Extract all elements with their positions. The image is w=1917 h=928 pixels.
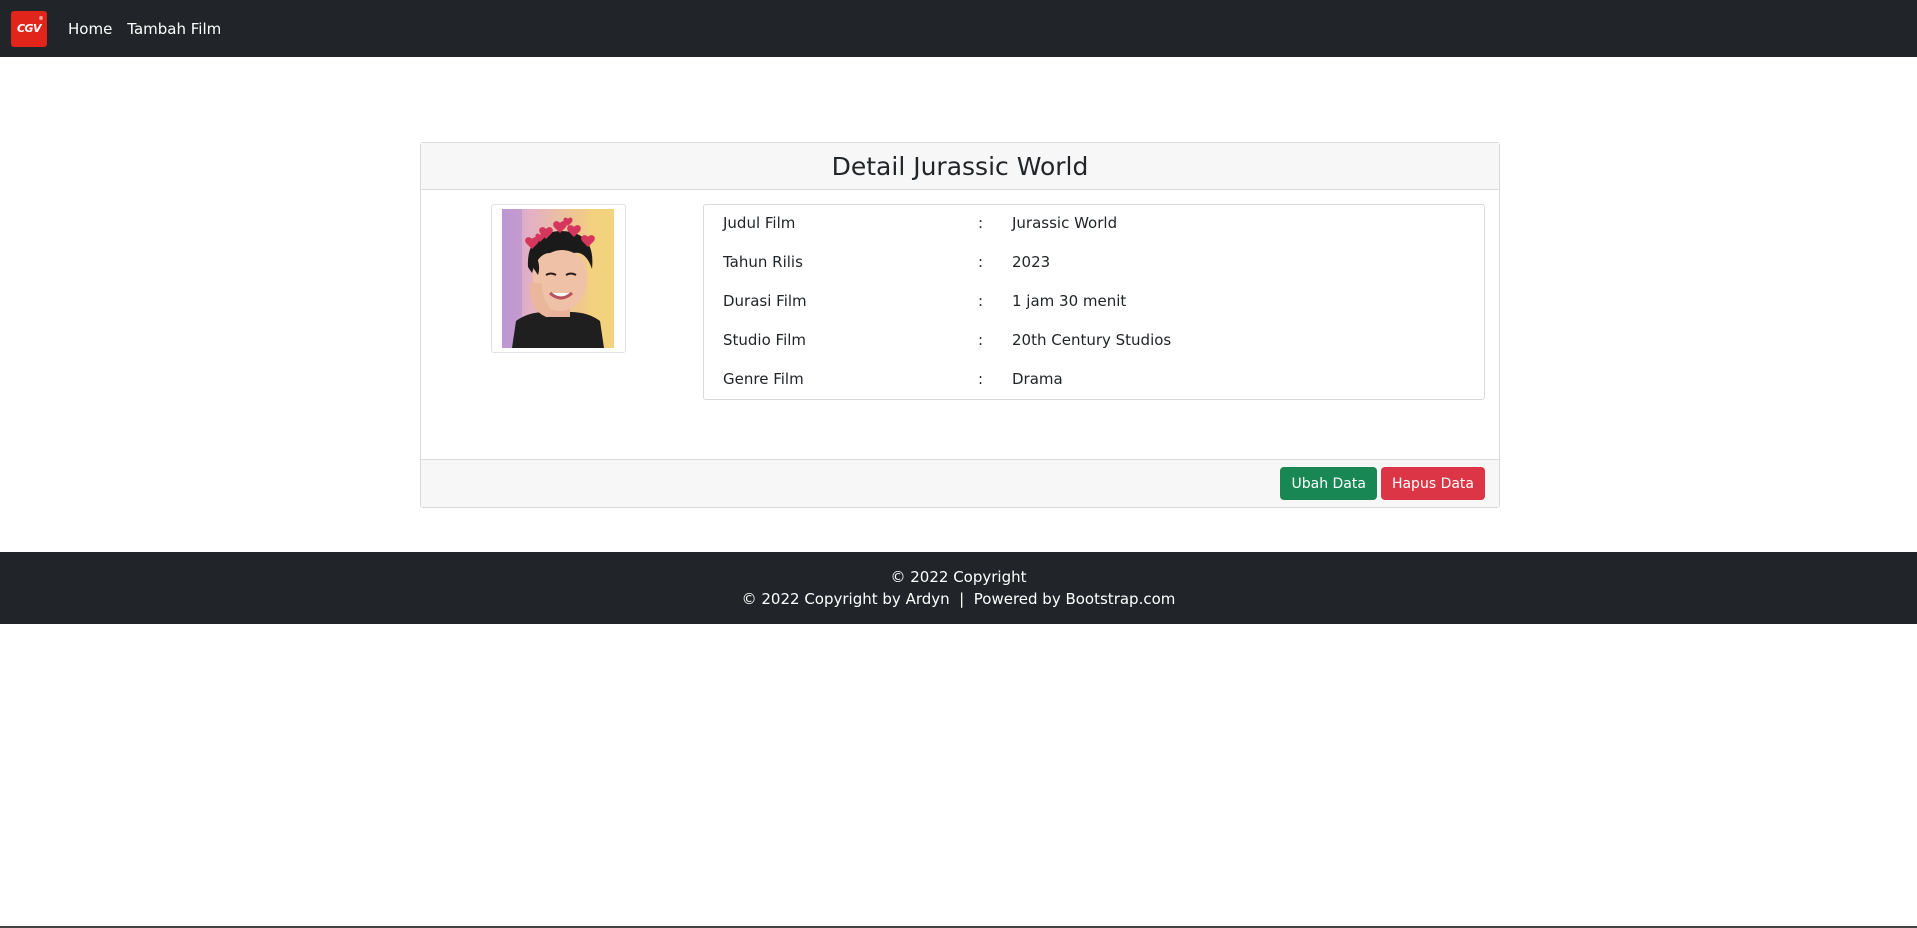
film-detail-list: Judul Film : Jurassic World Tahun Rilis … — [703, 204, 1485, 400]
brand-text: CGV — [16, 22, 42, 35]
detail-value: 20th Century Studios — [1012, 331, 1172, 349]
footer-copyright: © 2022 Copyright — [890, 568, 1027, 586]
page-title: Detail Jurassic World — [831, 151, 1089, 181]
card-header: Detail Jurassic World — [421, 143, 1499, 190]
ubah-data-button[interactable]: Ubah Data — [1280, 467, 1377, 500]
cgv-logo[interactable]: CGV ® — [11, 10, 47, 47]
detail-label: Genre Film — [723, 370, 804, 388]
detail-separator: : — [978, 370, 984, 388]
film-detail-card: Detail Jurassic World Judul Film: Juras… — [420, 142, 1500, 508]
detail-separator: : — [978, 292, 984, 310]
detail-row-genre: Genre Film : Drama — [704, 361, 1484, 400]
detail-label: Durasi Film — [723, 292, 807, 310]
detail-value: 2023 — [1012, 253, 1051, 271]
page-footer: © 2022 Copyright © 2022 Copyright by Ard… — [0, 552, 1917, 624]
detail-label: Tahun Rilis — [723, 253, 803, 271]
film-poster-image — [502, 209, 614, 348]
detail-row-studio: Studio Film : 20th Century Studios — [704, 322, 1484, 361]
top-navbar: CGV ® Home Tambah Film — [0, 0, 1917, 57]
detail-value: Jurassic World — [1012, 214, 1118, 232]
detail-row-durasi: Durasi Film : 1 jam 30 menit — [704, 283, 1484, 322]
card-body: Judul Film : Jurassic World Tahun Rilis … — [421, 190, 1499, 460]
nav-link-home[interactable]: Home — [68, 20, 112, 38]
detail-value: Drama — [1012, 370, 1063, 388]
registered-icon: ® — [38, 15, 44, 22]
detail-label: Studio Film — [723, 331, 807, 349]
detail-row-tahun: Tahun Rilis : 2023 — [704, 244, 1484, 283]
detail-separator: : — [978, 331, 984, 349]
detail-label: Judul Film — [723, 214, 796, 232]
nav-link-tambah-film[interactable]: Tambah Film — [127, 20, 221, 38]
film-poster-frame — [491, 204, 626, 353]
detail-separator: : — [978, 253, 984, 271]
hapus-data-button[interactable]: Hapus Data — [1380, 467, 1485, 500]
detail-separator: : — [978, 214, 984, 232]
detail-value: 1 jam 30 menit — [1012, 292, 1127, 310]
footer-credits: © 2022 Copyright by Ardyn | Powered by B… — [741, 590, 1176, 608]
card-footer: Ubah Data Hapus Data — [421, 459, 1499, 507]
detail-row-judul: Judul Film : Jurassic World — [704, 205, 1484, 244]
